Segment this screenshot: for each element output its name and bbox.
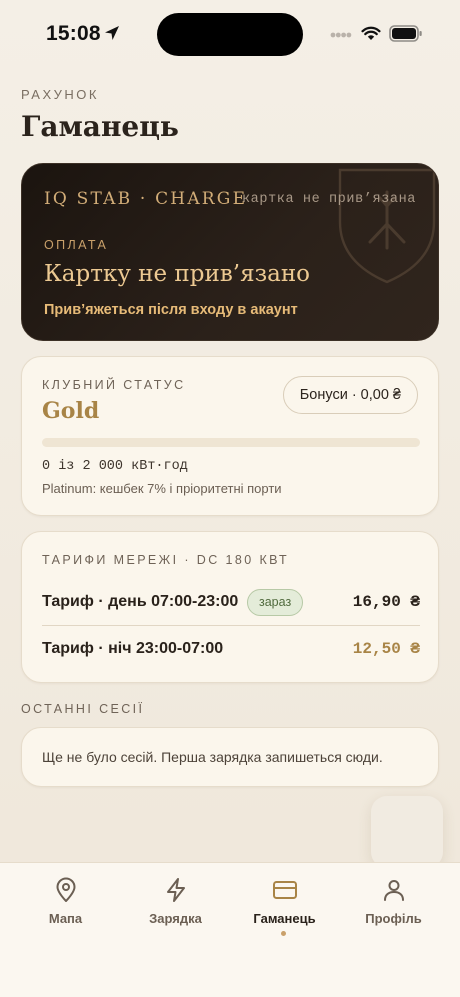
tab-bar: Мапа Зарядка Гаманець Профіль xyxy=(0,862,460,997)
tariffs-card: ТАРИФИ МЕРЕЖІ · DC 180 КВТ Тариф · день … xyxy=(21,531,439,683)
bonus-button[interactable]: Бонуси · 0,00 ₴ xyxy=(282,376,418,414)
floating-action-button[interactable] xyxy=(371,796,443,868)
status-bar: 15:08 xyxy=(0,0,460,66)
tab-label: Профіль xyxy=(365,911,422,926)
card-link-status: картка не прив’язана xyxy=(241,192,416,207)
tariff-row-day: Тариф · день 07:00-23:00 зараз 16,90 ₴ xyxy=(42,588,420,618)
dynamic-island xyxy=(157,13,303,56)
page-eyebrow: РАХУНОК xyxy=(21,87,99,102)
divider xyxy=(42,625,420,626)
sessions-card: Ще не було сесій. Перша зарядка запишеть… xyxy=(21,727,439,787)
club-eyebrow: КЛУБНИЙ СТАТУС xyxy=(42,378,186,392)
tab-charging[interactable]: Зарядка xyxy=(118,877,233,947)
club-status-card: КЛУБНИЙ СТАТУС Gold Бонуси · 0,00 ₴ 0 із… xyxy=(21,356,439,516)
sessions-eyebrow: ОСТАННІ СЕСІЇ xyxy=(21,702,145,716)
wifi-icon xyxy=(361,26,381,40)
payment-subtitle: Прив’яжеться після входу в акаунт xyxy=(44,302,298,318)
battery-icon xyxy=(389,25,422,42)
sessions-empty-text: Ще не було сесій. Перша зарядка запишеть… xyxy=(42,749,383,765)
payment-eyebrow: ОПЛАТА xyxy=(44,238,109,252)
payment-title: Картку не прив’язано xyxy=(44,261,311,287)
user-icon xyxy=(383,880,404,901)
page-title: Гаманець xyxy=(21,110,179,143)
active-tab-indicator xyxy=(281,931,286,936)
tariff-label: Тариф · день 07:00-23:00 xyxy=(42,593,239,610)
tab-map[interactable]: Мапа xyxy=(8,877,123,947)
usage-text: 0 із 2 000 кВт·год xyxy=(42,459,188,474)
tariff-label: Тариф · ніч 23:00-07:00 xyxy=(42,640,224,657)
location-arrow-icon xyxy=(105,26,119,40)
tariffs-eyebrow: ТАРИФИ МЕРЕЖІ · DC 180 КВТ xyxy=(42,553,290,567)
tab-label: Зарядка xyxy=(149,911,202,926)
cellular-signal-icon xyxy=(330,32,352,38)
map-pin-icon xyxy=(56,877,75,902)
payment-card[interactable]: IQ STAB · CHARGE картка не прив’язана ОП… xyxy=(21,163,439,341)
tab-wallet[interactable]: Гаманець xyxy=(227,877,342,947)
wallet-card-icon xyxy=(272,881,297,899)
lightning-icon xyxy=(166,878,185,902)
club-level: Gold xyxy=(42,398,100,424)
card-brand: IQ STAB · CHARGE xyxy=(44,189,248,209)
tab-label: Гаманець xyxy=(253,911,316,926)
status-time: 15:08 xyxy=(46,22,101,45)
tab-label: Мапа xyxy=(48,911,83,926)
tab-profile[interactable]: Профіль xyxy=(336,877,451,947)
current-tariff-badge: зараз xyxy=(247,589,304,616)
shield-emblem-icon xyxy=(338,168,436,284)
level-progress-bar xyxy=(42,438,420,447)
tariff-row-night: Тариф · ніч 23:00-07:00 12,50 ₴ xyxy=(42,635,420,665)
tariff-price: 12,50 ₴ xyxy=(352,640,420,658)
tariff-price: 16,90 ₴ xyxy=(352,593,420,611)
next-level-text: Platinum: кешбек 7% і пріоритетні порти xyxy=(42,481,282,496)
